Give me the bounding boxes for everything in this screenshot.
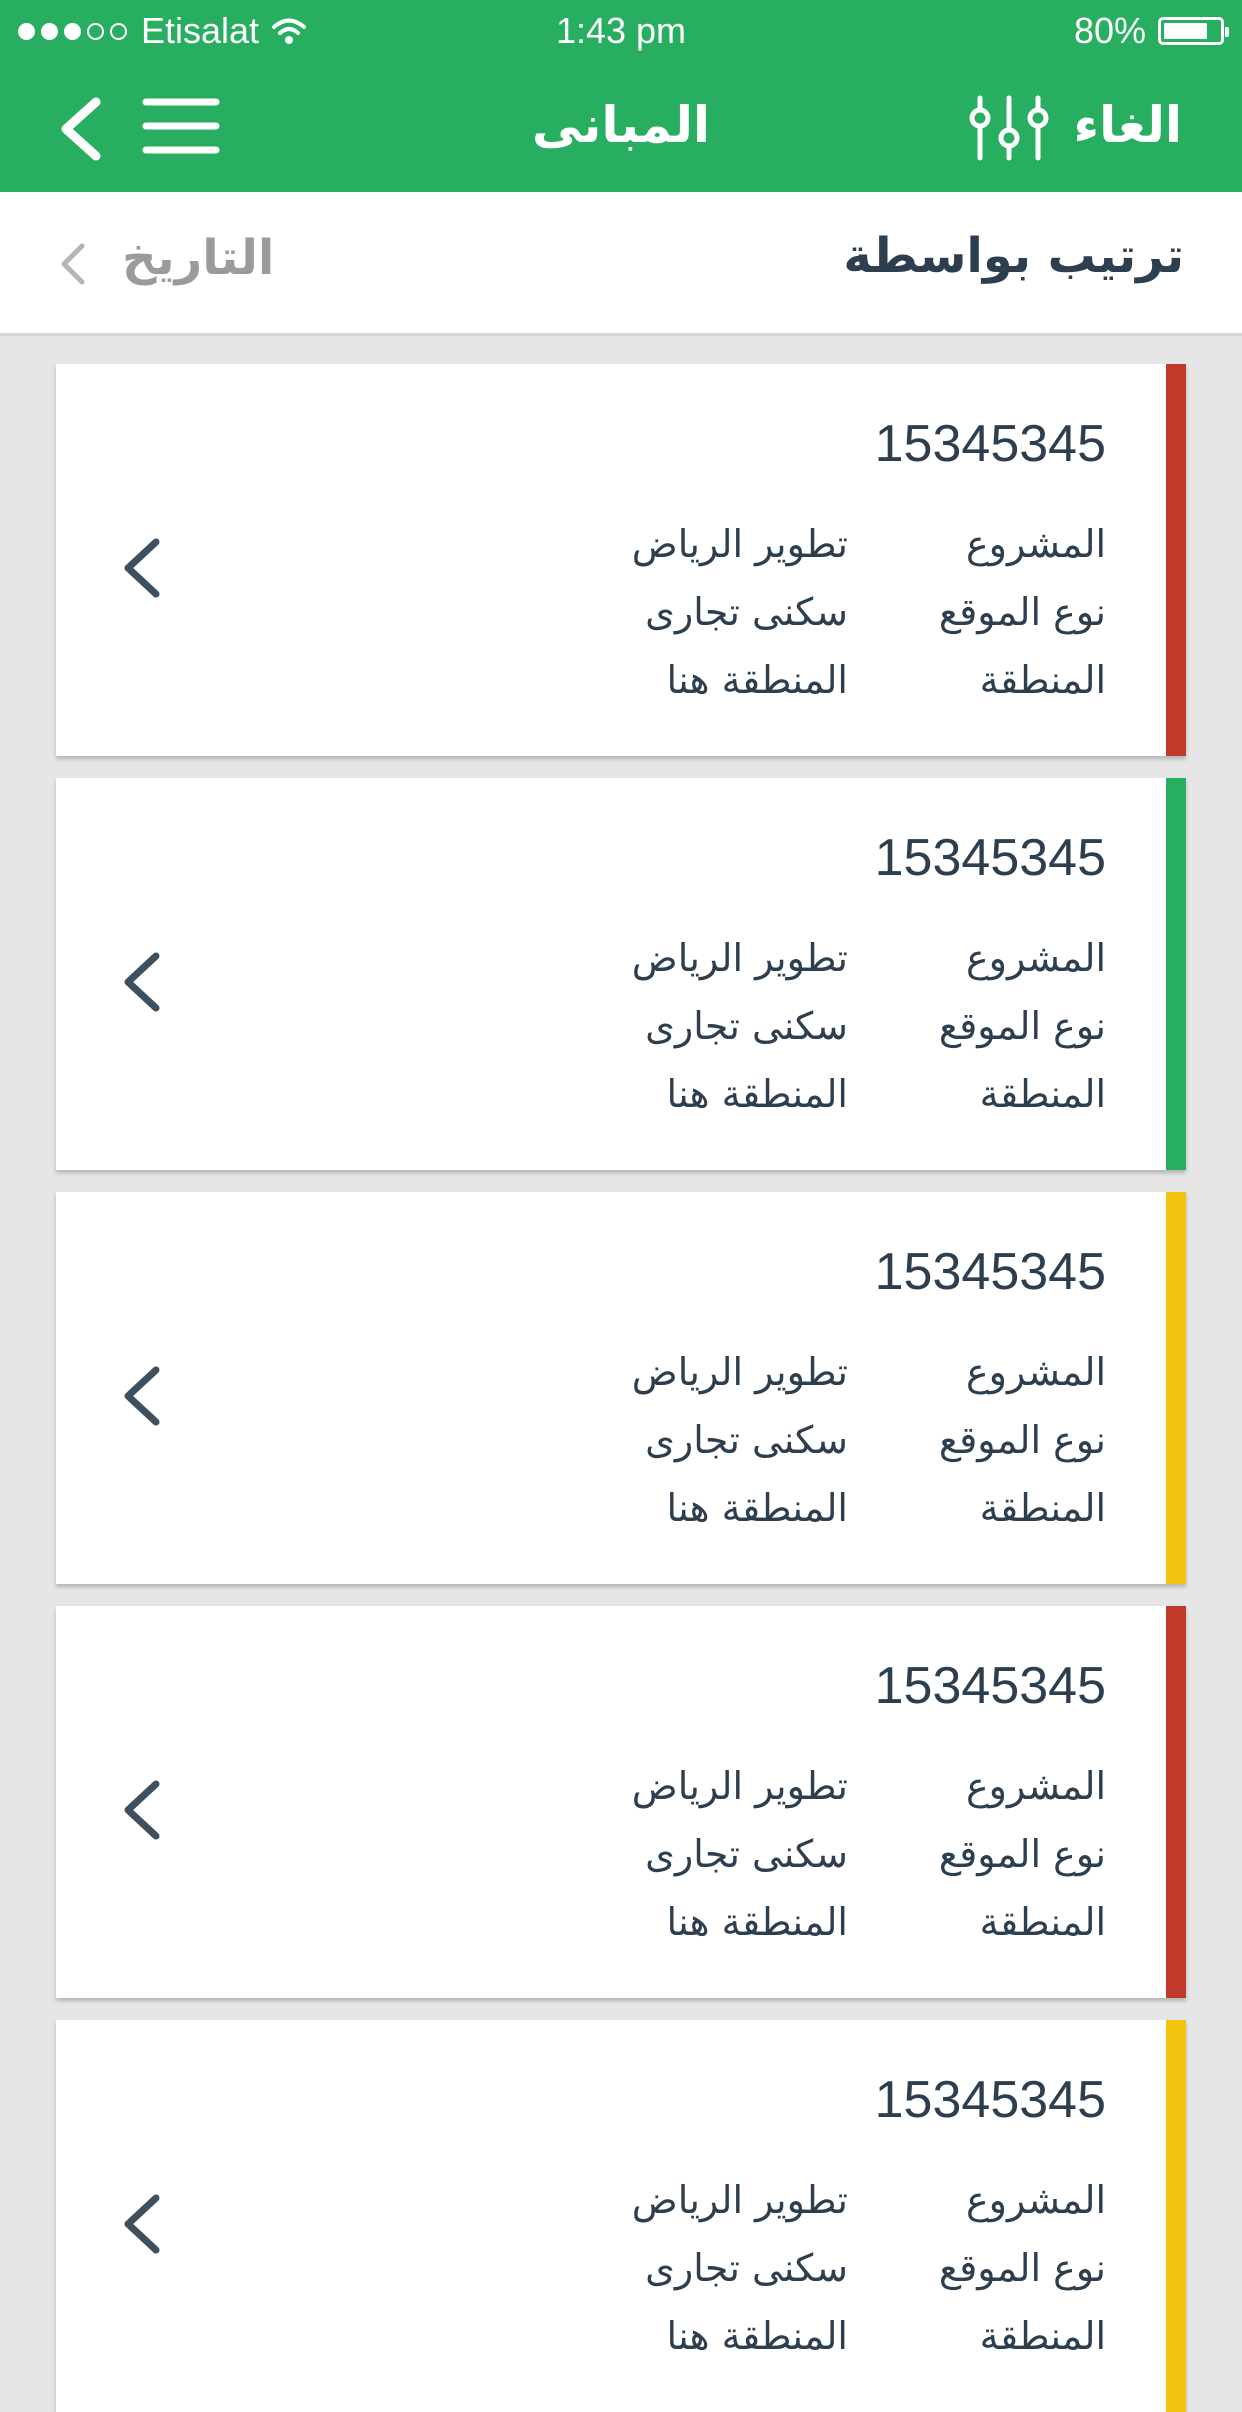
building-id: 15345345 bbox=[874, 829, 1106, 887]
status-stripe bbox=[1166, 778, 1186, 1170]
chevron-left-icon bbox=[124, 1366, 160, 1426]
area-label: المنطقة bbox=[979, 2314, 1106, 2358]
sort-bar[interactable]: ترتيب بواسطة التاريخ bbox=[0, 192, 1242, 336]
site-type-label: نوع الموقع bbox=[938, 2246, 1106, 2290]
status-stripe bbox=[1166, 364, 1186, 756]
building-card[interactable]: 15345345 المشروع تطوير الرياض نوع الموقع… bbox=[56, 1192, 1186, 1584]
site-type-value: سكنى تجارى bbox=[645, 2246, 848, 2290]
project-value: تطوير الرياض bbox=[631, 522, 848, 566]
building-card[interactable]: 15345345 المشروع تطوير الرياض نوع الموقع… bbox=[56, 778, 1186, 1170]
project-label: المشروع bbox=[966, 2178, 1106, 2222]
cancel-button[interactable]: الغاء bbox=[1074, 96, 1182, 154]
battery-icon bbox=[1158, 17, 1229, 45]
project-label: المشروع bbox=[966, 936, 1106, 980]
site-type-label: نوع الموقع bbox=[938, 1004, 1106, 1048]
status-bar: Etisalat 1:43 pm 80% bbox=[0, 0, 1242, 60]
area-label: المنطقة bbox=[979, 1900, 1106, 1944]
site-type-label: نوع الموقع bbox=[938, 1832, 1106, 1876]
status-stripe bbox=[1166, 2020, 1186, 2412]
status-stripe bbox=[1166, 1606, 1186, 1998]
site-type-value: سكنى تجارى bbox=[645, 1418, 848, 1462]
filter-sliders-icon[interactable] bbox=[968, 94, 1050, 162]
app-header: Etisalat 1:43 pm 80% المبانى الغاء bbox=[0, 0, 1242, 192]
sort-value[interactable]: التاريخ bbox=[122, 230, 274, 286]
site-type-value: سكنى تجارى bbox=[645, 1004, 848, 1048]
status-right: 80% bbox=[1073, 10, 1229, 52]
building-card[interactable]: 15345345 المشروع تطوير الرياض نوع الموقع… bbox=[56, 364, 1186, 756]
project-value: تطوير الرياض bbox=[631, 2178, 848, 2222]
sort-label: ترتيب بواسطة bbox=[843, 228, 1184, 284]
area-value: المنطقة هنا bbox=[666, 658, 848, 702]
status-stripe bbox=[1166, 1192, 1186, 1584]
site-type-label: نوع الموقع bbox=[938, 1418, 1106, 1462]
project-label: المشروع bbox=[966, 1764, 1106, 1808]
chevron-left-icon bbox=[124, 2194, 160, 2254]
building-card[interactable]: 15345345 المشروع تطوير الرياض نوع الموقع… bbox=[56, 1606, 1186, 1998]
page-title: المبانى bbox=[532, 96, 710, 154]
area-value: المنطقة هنا bbox=[666, 1072, 848, 1116]
chevron-left-icon bbox=[61, 243, 85, 285]
project-value: تطوير الرياض bbox=[631, 936, 848, 980]
area-label: المنطقة bbox=[979, 658, 1106, 702]
building-card[interactable]: 15345345 المشروع تطوير الرياض نوع الموقع… bbox=[56, 2020, 1186, 2412]
area-value: المنطقة هنا bbox=[666, 1900, 848, 1944]
area-value: المنطقة هنا bbox=[666, 1486, 848, 1530]
building-id: 15345345 bbox=[874, 1657, 1106, 1715]
project-label: المشروع bbox=[966, 522, 1106, 566]
area-value: المنطقة هنا bbox=[666, 2314, 848, 2358]
project-value: تطوير الرياض bbox=[631, 1350, 848, 1394]
building-id: 15345345 bbox=[874, 415, 1106, 473]
site-type-label: نوع الموقع bbox=[938, 590, 1106, 634]
area-label: المنطقة bbox=[979, 1486, 1106, 1530]
project-value: تطوير الرياض bbox=[631, 1764, 848, 1808]
battery-percent: 80% bbox=[1073, 10, 1146, 51]
project-label: المشروع bbox=[966, 1350, 1106, 1394]
status-time: 1:43 pm bbox=[555, 10, 687, 51]
building-id: 15345345 bbox=[874, 1243, 1106, 1301]
site-type-value: سكنى تجارى bbox=[645, 590, 848, 634]
chevron-left-icon bbox=[124, 952, 160, 1012]
chevron-left-icon bbox=[124, 538, 160, 598]
area-label: المنطقة bbox=[979, 1072, 1106, 1116]
site-type-value: سكنى تجارى bbox=[645, 1832, 848, 1876]
chevron-left-icon bbox=[124, 1780, 160, 1840]
building-id: 15345345 bbox=[874, 2071, 1106, 2129]
